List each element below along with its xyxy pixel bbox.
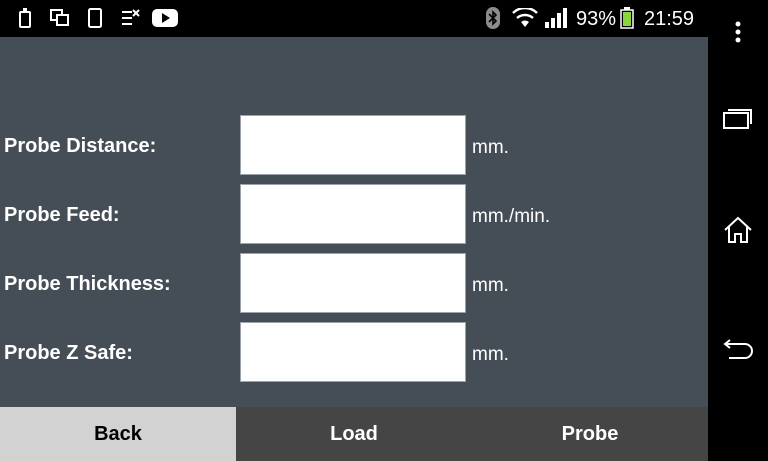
probe-thickness-label: Probe Thickness: [4, 273, 171, 295]
bottom-button-bar: Back Load Probe [0, 407, 708, 461]
probe-thickness-unit: mm. [472, 275, 509, 296]
home-icon[interactable] [708, 200, 768, 260]
status-bar: 93% 21:59 [0, 0, 708, 37]
battery-icon [620, 7, 634, 29]
probe-z-safe-row: Probe Z Safe: mm. [0, 322, 708, 382]
back-button[interactable]: Back [0, 407, 236, 461]
probe-button[interactable]: Probe [472, 407, 708, 461]
navigation-bar [708, 0, 768, 461]
wifi-icon [512, 8, 538, 28]
probe-thickness-input[interactable] [240, 253, 466, 313]
bluetooth-icon [486, 7, 500, 29]
probe-distance-row: Probe Distance: mm. [0, 115, 708, 175]
signal-icon [545, 8, 569, 28]
phone-icon [18, 8, 32, 28]
probe-z-safe-input[interactable] [240, 322, 466, 382]
device-icon [88, 8, 102, 28]
menu-icon[interactable] [708, 2, 768, 62]
recent-apps-icon[interactable] [708, 88, 768, 148]
clock: 21:59 [644, 8, 695, 30]
probe-feed-row: Probe Feed: mm./min. [0, 184, 708, 244]
probe-thickness-row: Probe Thickness: mm. [0, 253, 708, 313]
screens-icon [50, 8, 70, 28]
probe-distance-unit: mm. [472, 137, 509, 158]
probe-z-safe-label: Probe Z Safe: [4, 342, 133, 364]
probe-feed-input[interactable] [240, 184, 466, 244]
probe-settings-panel: Probe Distance: mm. Probe Feed: mm./min.… [0, 37, 708, 407]
probe-feed-label: Probe Feed: [4, 204, 120, 226]
missed-call-icon [120, 8, 140, 28]
youtube-icon [152, 8, 178, 28]
probe-distance-label: Probe Distance: [4, 135, 157, 157]
battery-percent: 93% [576, 8, 617, 30]
load-button[interactable]: Load [236, 407, 472, 461]
probe-z-safe-unit: mm. [472, 344, 509, 365]
back-icon[interactable] [708, 318, 768, 378]
probe-feed-unit: mm./min. [472, 206, 551, 227]
probe-distance-input[interactable] [240, 115, 466, 175]
